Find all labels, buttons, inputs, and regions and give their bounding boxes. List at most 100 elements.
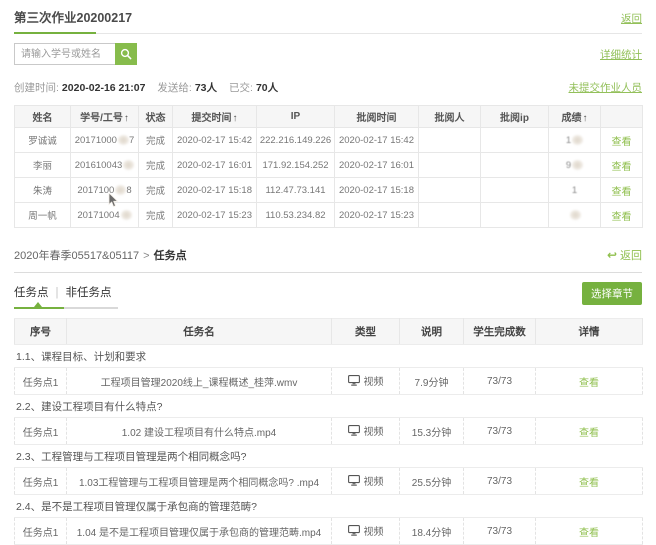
tabs: 任务点|非任务点 bbox=[14, 282, 112, 309]
col-detail: 详情 bbox=[536, 319, 643, 345]
tasks-back-link[interactable]: ↩ 返回 bbox=[607, 247, 642, 263]
homework-toolbar: 详细统计 bbox=[14, 43, 642, 65]
task-seq: 任务点1 bbox=[15, 418, 67, 445]
active-tab-pointer-icon bbox=[34, 302, 42, 307]
col-score[interactable]: 成绩↑ bbox=[549, 106, 601, 128]
redaction-smudge bbox=[118, 135, 129, 145]
col-name: 姓名 bbox=[15, 106, 71, 128]
section-title: 2.2、建设工程项目有什么特点? bbox=[15, 395, 643, 418]
col-submit-time[interactable]: 提交时间↑ bbox=[173, 106, 257, 128]
col-type: 类型 bbox=[332, 319, 400, 345]
col-status: 状态 bbox=[139, 106, 173, 128]
student-id: 201710007 bbox=[71, 128, 139, 153]
page-title: 第三次作业20200217 bbox=[14, 7, 132, 26]
homework-meta: 创建时间:2020-02-16 21:07发送给:73人已交:70人 bbox=[14, 80, 290, 95]
status: 完成 bbox=[139, 153, 173, 178]
view-link[interactable]: 查看 bbox=[612, 162, 632, 173]
task-detail-link[interactable]: 查看 bbox=[579, 478, 599, 489]
score: 9 bbox=[549, 153, 601, 178]
sent-to-label: 发送给: bbox=[157, 82, 191, 94]
task-table: 序号 任务名 类型 说明 学生完成数 详情 1.1、课程目标、计划和要求 任务点… bbox=[14, 318, 643, 545]
redaction-smudge bbox=[570, 210, 581, 220]
sent-to-value: 73人 bbox=[195, 82, 217, 94]
view-link[interactable]: 查看 bbox=[612, 187, 632, 198]
sort-asc-icon[interactable]: ↑ bbox=[583, 113, 588, 124]
review-ip bbox=[481, 153, 549, 178]
video-monitor-icon bbox=[348, 375, 360, 386]
active-tab-underline bbox=[14, 307, 64, 309]
ip: 171.92.154.252 bbox=[257, 153, 335, 178]
video-monitor-icon bbox=[348, 425, 360, 436]
sort-asc-icon[interactable]: ↑ bbox=[124, 113, 129, 124]
video-monitor-icon bbox=[348, 525, 360, 536]
task-seq: 任务点1 bbox=[15, 468, 67, 495]
task-detail-link[interactable]: 查看 bbox=[579, 378, 599, 389]
breadcrumb-course-link[interactable]: 2020年春季05517&05117 bbox=[14, 250, 139, 262]
task-completed: 73/73 bbox=[464, 518, 536, 545]
task-row: 任务点1 1.04 是不是工程项目管理仅属于承包商的管理范畴.mp4 视频 18… bbox=[15, 518, 643, 545]
review-time: 2020-02-17 16:01 bbox=[335, 153, 419, 178]
unsubmitted-students-link[interactable]: 未提交作业人员 bbox=[569, 80, 643, 95]
col-task-name: 任务名 bbox=[67, 319, 332, 345]
reviewer bbox=[419, 153, 481, 178]
page: 第三次作业20200217 返回 详细统计 创建时间:2020-02-16 21… bbox=[0, 0, 656, 545]
homework-back-link[interactable]: 返回 bbox=[621, 11, 642, 26]
section-title: 1.1、课程目标、计划和要求 bbox=[15, 345, 643, 368]
section-row: 2.4、是不是工程项目管理仅属于承包商的管理范畴? bbox=[15, 495, 643, 518]
col-review-ip: 批阅ip bbox=[481, 106, 549, 128]
task-name: 1.03工程管理与工程项目管理是两个相同概念吗? .mp4 bbox=[67, 468, 332, 495]
task-completed: 73/73 bbox=[464, 418, 536, 445]
submit-time: 2020-02-17 15:42 bbox=[173, 128, 257, 153]
homework-header: 第三次作业20200217 返回 bbox=[14, 0, 642, 34]
view-link[interactable]: 查看 bbox=[612, 212, 632, 223]
student-name: 罗诚诚 bbox=[15, 128, 71, 153]
tab-non-task-points[interactable]: 非任务点 bbox=[66, 287, 112, 299]
task-type: 视频 bbox=[364, 473, 384, 488]
reviewer bbox=[419, 128, 481, 153]
review-time: 2020-02-17 15:42 bbox=[335, 128, 419, 153]
search-button[interactable] bbox=[115, 43, 137, 65]
col-completed: 学生完成数 bbox=[464, 319, 536, 345]
reviewer bbox=[419, 203, 481, 228]
task-row: 任务点1 1.03工程管理与工程项目管理是两个相同概念吗? .mp4 视频 25… bbox=[15, 468, 643, 495]
breadcrumb-current: 任务点 bbox=[154, 250, 187, 262]
task-detail-link[interactable]: 查看 bbox=[579, 528, 599, 539]
search-box bbox=[14, 43, 137, 65]
homework-info-bar: 创建时间:2020-02-16 21:07发送给:73人已交:70人 未提交作业… bbox=[14, 80, 642, 95]
student-id: 20171008 bbox=[71, 178, 139, 203]
task-type: 视频 bbox=[364, 523, 384, 538]
review-ip bbox=[481, 128, 549, 153]
tasks-tab-bar: 任务点|非任务点 选择章节 bbox=[14, 282, 642, 309]
video-monitor-icon bbox=[348, 475, 360, 486]
col-description: 说明 bbox=[400, 319, 464, 345]
col-reviewer: 批阅人 bbox=[419, 106, 481, 128]
table-row: 周一帆 20171004 完成 2020-02-17 15:23 110.53.… bbox=[15, 203, 643, 228]
task-seq: 任务点1 bbox=[15, 518, 67, 545]
sort-asc-icon[interactable]: ↑ bbox=[233, 113, 238, 124]
search-input[interactable] bbox=[14, 43, 115, 65]
task-detail-link[interactable]: 查看 bbox=[579, 428, 599, 439]
student-name: 朱涛 bbox=[15, 178, 71, 203]
detailed-stats-link[interactable]: 详细统计 bbox=[600, 47, 642, 62]
col-student-id[interactable]: 学号/工号↑ bbox=[71, 106, 139, 128]
breadcrumb-separator: > bbox=[143, 250, 149, 262]
task-table-header-row: 序号 任务名 类型 说明 学生完成数 详情 bbox=[15, 319, 643, 345]
task-duration: 15.3分钟 bbox=[400, 418, 464, 445]
section-row: 2.2、建设工程项目有什么特点? bbox=[15, 395, 643, 418]
search-icon bbox=[120, 48, 132, 60]
created-time-value: 2020-02-16 21:07 bbox=[62, 82, 145, 94]
section-row: 1.1、课程目标、计划和要求 bbox=[15, 345, 643, 368]
table-row: 李丽 201610043 完成 2020-02-17 16:01 171.92.… bbox=[15, 153, 643, 178]
tab-task-points[interactable]: 任务点 bbox=[14, 287, 49, 299]
ip: 222.216.149.226 bbox=[257, 128, 335, 153]
submitted-value: 70人 bbox=[256, 82, 278, 94]
submit-time: 2020-02-17 15:18 bbox=[173, 178, 257, 203]
review-ip bbox=[481, 203, 549, 228]
select-chapter-button[interactable]: 选择章节 bbox=[582, 282, 642, 305]
redaction-smudge bbox=[121, 210, 132, 220]
redaction-smudge bbox=[115, 185, 126, 195]
breadcrumb: 2020年春季05517&05117 > 任务点 ↩ 返回 bbox=[14, 239, 642, 273]
view-link[interactable]: 查看 bbox=[612, 137, 632, 148]
status: 完成 bbox=[139, 203, 173, 228]
task-completed: 73/73 bbox=[464, 368, 536, 395]
